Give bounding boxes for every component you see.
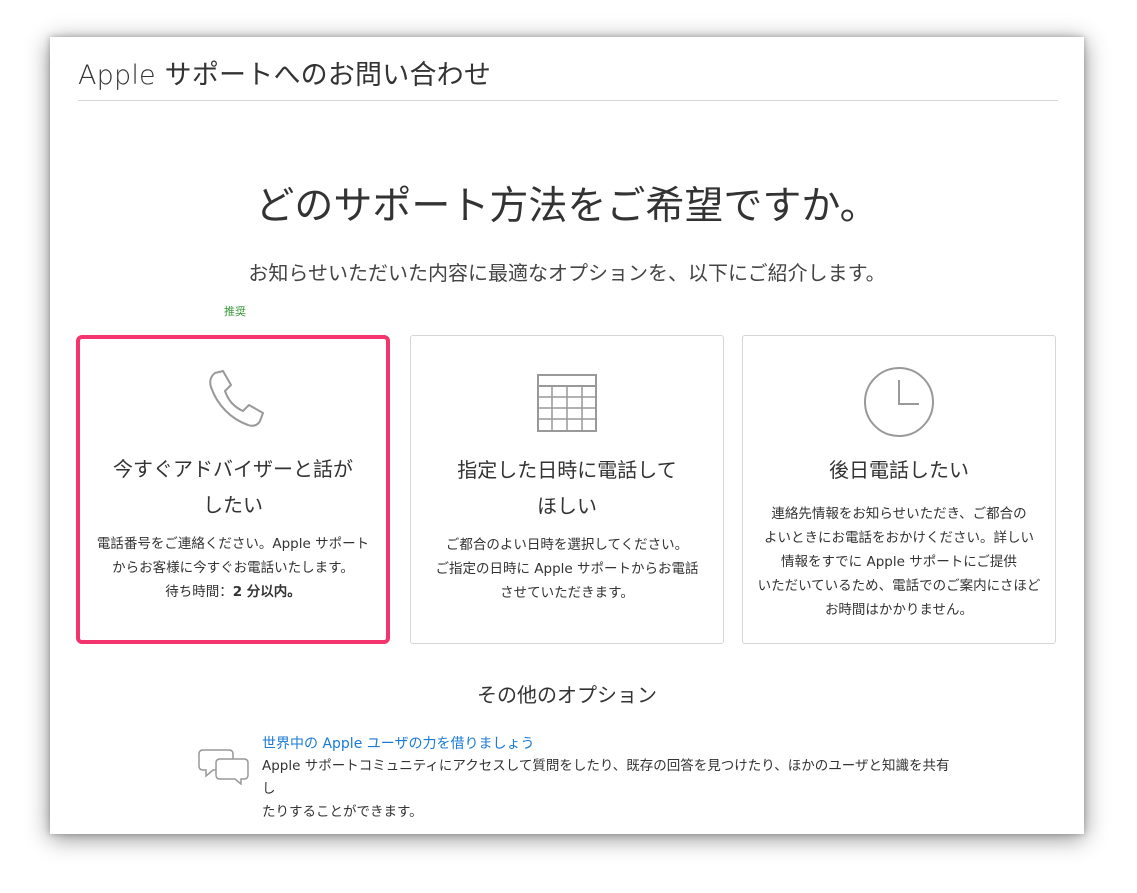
community-description: Apple サポートコミュニティにアクセスして質問をしたり、既存の回答を見つけた… [262, 755, 962, 824]
community-desc-line: Apple サポートコミュニティにアクセスして質問をしたり、既存の回答を見つけた… [262, 758, 950, 797]
card-desc-line: させていただきます。 [500, 585, 634, 601]
page-header-title: Apple サポートへのお問い合わせ [78, 60, 492, 91]
card-desc-line: よいときにお電話をおかけください。詳しい [764, 530, 1034, 546]
clock-icon [743, 366, 1055, 437]
wait-time-value: 2 分以内。 [232, 584, 301, 600]
community-link[interactable]: 世界中の Apple ユーザの力を借りましょう [262, 733, 534, 753]
card-desc-line: 電話番号をご連絡ください。Apple サポート [96, 536, 370, 552]
header-divider [78, 100, 1058, 101]
wait-time: 待ち時間：2 分以内。 [90, 580, 376, 604]
card-title-line: 指定した日時に電話して [457, 458, 677, 482]
card-title-line: 後日電話したい [829, 458, 969, 482]
chat-bubbles-icon [198, 745, 250, 789]
card-desc-line: ご都合のよい日時を選択してください。 [445, 537, 689, 553]
other-options-title: その他のオプション [477, 683, 657, 707]
card-title: 後日電話したい [763, 452, 1035, 488]
card-title-line: ほしい [537, 494, 597, 518]
card-title: 指定した日時に電話して ほしい [431, 452, 703, 524]
card-description: 連絡先情報をお知らせいただき、ご都合の よいときにお電話をおかけください。詳しい… [757, 502, 1041, 622]
option-card-schedule-call[interactable]: 指定した日時に電話して ほしい ご都合のよい日時を選択してください。 ご指定の日… [410, 335, 724, 644]
recommended-label: 推奨 [224, 305, 246, 318]
card-description: 電話番号をご連絡ください。Apple サポート からお客様に今すぐお電話いたしま… [90, 532, 376, 604]
card-desc-line: お時間はかかりません。 [824, 602, 974, 618]
card-title-line: したい [203, 493, 263, 517]
option-card-talk-now[interactable]: 今すぐアドバイザーと話が したい 電話番号をご連絡ください。Apple サポート… [76, 335, 390, 644]
card-title: 今すぐアドバイザーと話が したい [96, 451, 370, 523]
card-description: ご都合のよい日時を選択してください。 ご指定の日時に Apple サポートからお… [425, 533, 709, 605]
card-desc-line: 連絡先情報をお知らせいただき、ご都合の [771, 506, 1027, 522]
hero-title: どのサポート方法をご希望ですか。 [255, 184, 879, 229]
wait-time-label: 待ち時間： [165, 584, 233, 600]
community-desc-line: たりすることができます。 [262, 804, 423, 820]
card-desc-line: いただいているため、電話でのご案内にさほど [757, 578, 1041, 594]
card-desc-line: からお客様に今すぐお電話いたします。 [112, 560, 354, 576]
option-card-call-later[interactable]: 後日電話したい 連絡先情報をお知らせいただき、ご都合の よいときにお電話をおかけ… [742, 335, 1056, 644]
card-title-line: 今すぐアドバイザーと話が [113, 457, 353, 481]
phone-icon [80, 367, 386, 431]
support-page: Apple サポートへのお問い合わせ どのサポート方法をご希望ですか。 お知らせ… [50, 37, 1084, 834]
card-desc-line: ご指定の日時に Apple サポートからお電話 [435, 561, 699, 577]
hero-subtitle: お知らせいただいた内容に最適なオプションを、以下にご紹介します。 [248, 261, 886, 285]
calendar-icon [411, 374, 723, 438]
card-desc-line: 情報をすでに Apple サポートにご提供 [781, 554, 1017, 570]
